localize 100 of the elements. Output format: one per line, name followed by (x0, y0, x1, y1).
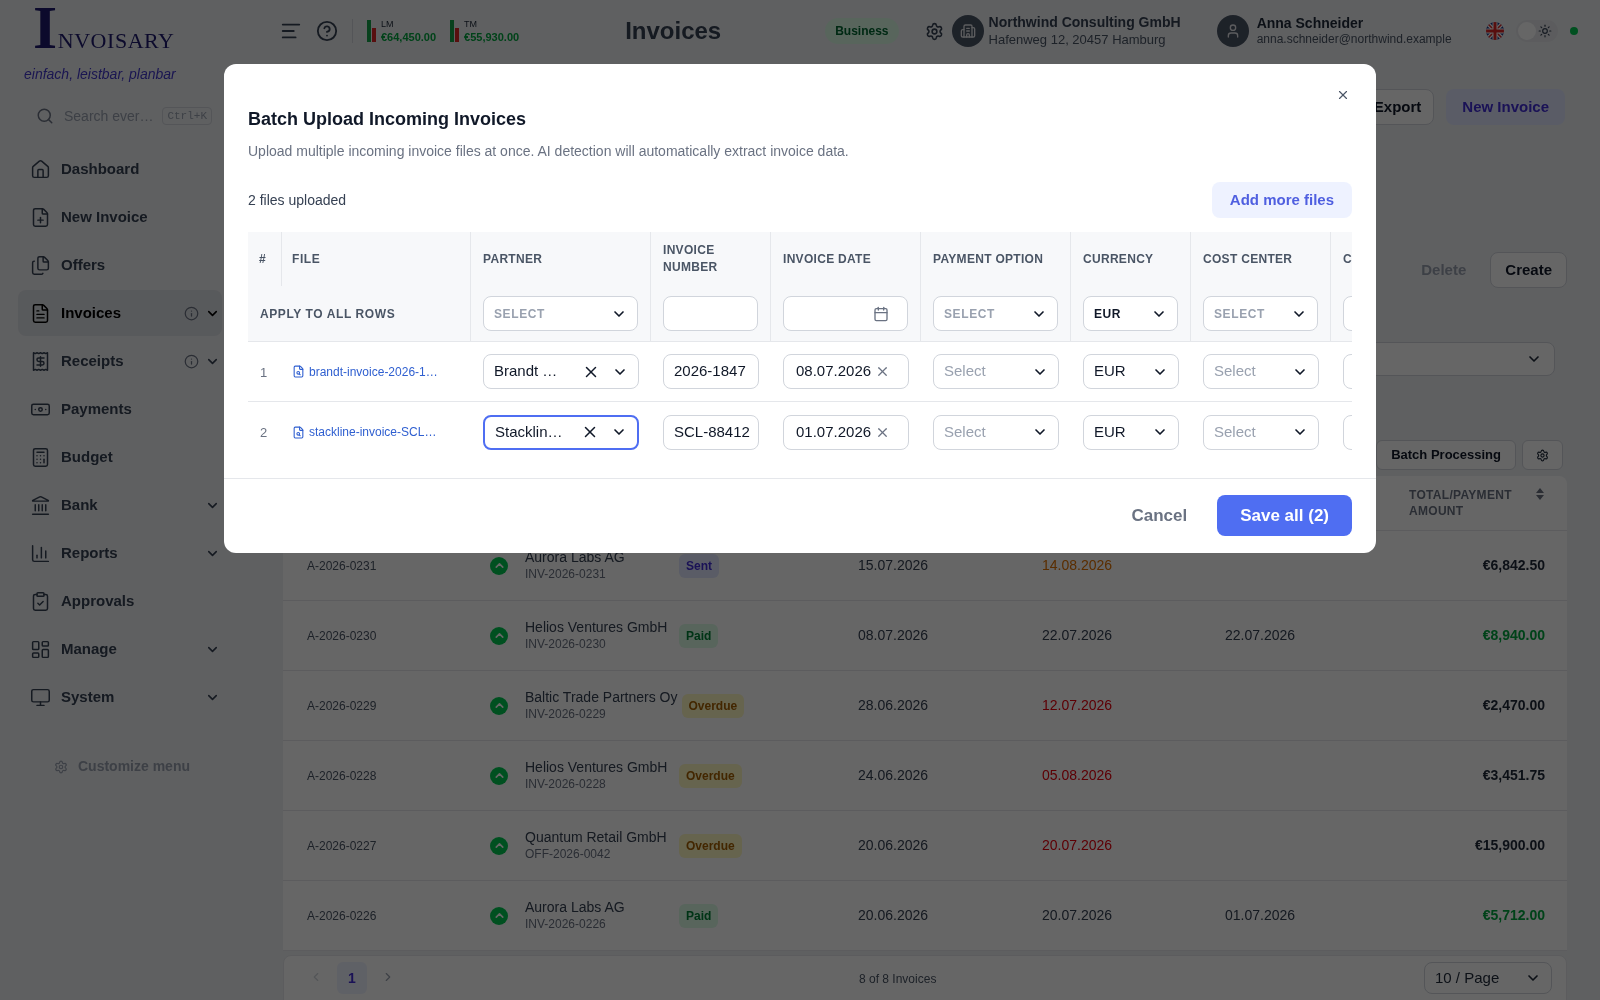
table-cell-text: 20.07.2026 (1042, 906, 1114, 925)
page-size-select[interactable]: 10 / Page (1424, 962, 1552, 994)
user-name: Anna Schneider (1256, 14, 1365, 33)
status-badge: Paid (679, 623, 719, 648)
nav-item[interactable]: Payments (18, 386, 222, 432)
receipt-icon (30, 350, 51, 372)
nav-item[interactable]: Manage (18, 626, 222, 672)
user-email: anna.schneider@northwind.example (1256, 32, 1452, 48)
nav-item[interactable]: System (18, 674, 222, 720)
document-number: INV-2026-0229 (525, 706, 607, 722)
file-link[interactable]: brandt-invoice-2026-1… (309, 362, 438, 381)
flag-icon[interactable] (1486, 22, 1504, 40)
table-cell-text: 20.06.2026 (858, 836, 930, 855)
partner-select[interactable]: Stacklin… (483, 414, 639, 450)
file-plus-icon (30, 206, 51, 228)
bank-icon (30, 494, 51, 516)
document-number: INV-2026-0228 (525, 776, 607, 792)
cost-center-select[interactable]: Select (1203, 354, 1319, 389)
page-number[interactable]: 1 (337, 962, 367, 994)
partner-select[interactable]: SELECT (483, 296, 638, 331)
tagline: einfach, leistbar, planbar (23, 65, 177, 84)
sun-icon (1538, 24, 1552, 38)
cancel-button[interactable]: Cancel (1131, 502, 1188, 529)
cost-center-select[interactable]: Select (1203, 414, 1319, 450)
company-avatar (951, 15, 984, 47)
invoice-number-field[interactable]: SCL-88412 (663, 414, 759, 450)
payment-option-select[interactable]: SELECT (933, 296, 1058, 331)
bar-chart-icon (450, 20, 461, 42)
nav-item[interactable]: Reports (18, 530, 222, 576)
files-icon (30, 254, 51, 276)
cost-center-select[interactable]: SELECT (1203, 296, 1318, 331)
theme-toggle[interactable] (1516, 20, 1558, 42)
payment-option-select[interactable]: Select (933, 414, 1059, 450)
help-icon[interactable] (316, 20, 338, 42)
file-link[interactable]: stackline-invoice-SCL… (309, 423, 437, 441)
company-name: Northwind Consulting GmbH (988, 14, 1181, 32)
save-all-button[interactable]: Save all (2) (1217, 495, 1352, 536)
nav-item[interactable]: Budget (18, 434, 222, 480)
user-avatar (1216, 15, 1249, 47)
column-header: INVOICE NUMBER (663, 242, 719, 276)
bulk-action-button[interactable]: Create (1490, 252, 1567, 288)
company-address: Hafenweg 12, 20457 Hamburg (988, 31, 1167, 48)
sort-icon[interactable] (1536, 488, 1544, 500)
table-cell-text: 14.08.2026 (1042, 556, 1114, 575)
nav-item[interactable]: Approvals (18, 578, 222, 624)
partner-select[interactable]: Brandt … (483, 354, 639, 389)
invoice-number-field[interactable]: 2026-1847 (663, 354, 759, 389)
column-header: C (1343, 250, 1352, 268)
status-badge: Overdue (679, 763, 742, 788)
nav-item[interactable]: Receipts (18, 338, 222, 384)
dialog-description: Upload multiple incoming invoice files at once. AI detection will automatically extract invoice data. (248, 142, 850, 161)
date-field[interactable]: 08.07.2026 (783, 354, 909, 389)
amount-cell-text: €6,842.50 (1482, 556, 1545, 575)
column-header: FILE (292, 251, 321, 268)
table-cell-text: 01.07.2026 (1225, 906, 1297, 925)
stat-label: LM (381, 19, 395, 29)
nav-item[interactable]: New Invoice (18, 194, 222, 240)
date-field[interactable] (783, 296, 908, 331)
add-files-button[interactable]: Add more files (1211, 182, 1352, 218)
document-number: INV-2026-0230 (525, 636, 607, 652)
settings-icon[interactable] (924, 21, 944, 41)
currency-select[interactable]: EUR (1083, 414, 1179, 450)
batch-processing-button[interactable]: Batch Processing (1376, 440, 1516, 470)
clipboard-check-icon (30, 590, 51, 612)
currency-select[interactable]: EUR (1083, 296, 1178, 331)
nav-item[interactable]: Invoices (18, 290, 222, 336)
payment-option-select[interactable]: Select (933, 354, 1059, 389)
stat-label: TM (464, 19, 479, 29)
invoice-number-field[interactable] (663, 296, 758, 331)
settings-button[interactable] (1522, 440, 1563, 470)
status-badge: Sent (679, 553, 719, 578)
table-cell-text: 22.07.2026 (1042, 626, 1114, 645)
house-icon (30, 158, 51, 180)
row-number: 2 (260, 425, 268, 440)
file-icon (292, 425, 305, 439)
table-cell-text: 20.07.2026 (1042, 836, 1114, 855)
nav-item[interactable]: Bank (18, 482, 222, 528)
table-cell-text: 08.07.2026 (858, 626, 930, 645)
table-cell-text: A-2026-0226 (307, 907, 378, 925)
search-icon (36, 107, 54, 125)
action-button[interactable]: New Invoice (1446, 89, 1565, 125)
date-field[interactable]: 01.07.2026 (783, 414, 909, 450)
nav-item[interactable]: Dashboard (18, 146, 222, 192)
partner-name: Baltic Trade Partners Oy (525, 689, 678, 707)
bar-chart-icon (367, 20, 377, 42)
status-badge: Overdue (679, 833, 742, 858)
table-cell-text: 24.06.2026 (858, 766, 930, 785)
column-header: CURRENCY (1083, 250, 1154, 268)
status-badge: Overdue (681, 693, 745, 718)
column-header: COST CENTER (1203, 250, 1293, 268)
currency-select[interactable]: EUR (1083, 354, 1179, 389)
table-cell-text: 28.06.2026 (858, 696, 930, 715)
nav-item[interactable]: Offers (18, 242, 222, 288)
column-header: # (259, 251, 266, 268)
calculator-icon (30, 446, 51, 468)
file-count: 2 files uploaded (248, 190, 347, 210)
close-icon (1336, 88, 1350, 102)
bar-chart-icon (30, 542, 51, 564)
document-icon (30, 302, 51, 324)
amount-cell-text: €8,940.00 (1482, 626, 1545, 645)
